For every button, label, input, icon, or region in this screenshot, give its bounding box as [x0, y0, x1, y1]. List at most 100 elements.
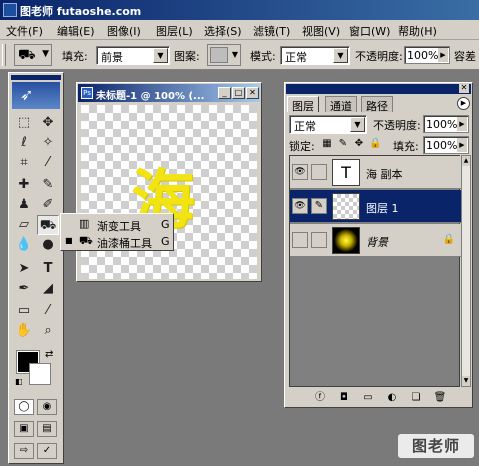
app-title: 图老师 futaoshe.com: [20, 5, 142, 18]
flyout-item-shortcut: G: [161, 235, 170, 248]
layer-opacity-value: 100%: [426, 118, 458, 131]
link-slot[interactable]: [311, 164, 327, 180]
healing-brush-tool[interactable]: ✚: [13, 175, 35, 195]
menu-select[interactable]: 选择(S): [204, 23, 242, 39]
standard-mode-button[interactable]: ◯: [14, 399, 34, 415]
layer-row-text-copy[interactable]: 👁 T 海 副本: [290, 156, 461, 189]
flyout-item-paint-bucket[interactable]: ■ ⛟ 油漆桶工具 G: [61, 233, 173, 251]
opacity-label: 不透明度:: [355, 50, 403, 63]
history-brush-tool[interactable]: ✐: [37, 195, 59, 215]
background-color-swatch[interactable]: [29, 363, 51, 385]
menu-help[interactable]: 帮助(H): [398, 23, 437, 39]
hand-tool[interactable]: ✋: [13, 321, 35, 341]
feather-icon: ➶: [20, 85, 34, 104]
blur-tool[interactable]: 💧: [13, 235, 35, 255]
layer-row-layer1[interactable]: 👁 ✎ 图层 1: [290, 190, 461, 223]
document-titlebar[interactable]: Ps 未标题-1 @ 100% (... _ □ ✕: [78, 84, 260, 102]
lock-transparency-icon[interactable]: ▦: [321, 138, 333, 150]
opacity-input[interactable]: 100% ▶: [404, 46, 450, 64]
dodge-tool[interactable]: ●: [37, 235, 59, 255]
app-icon: [3, 3, 17, 17]
quick-mask-button[interactable]: ◉: [37, 399, 57, 415]
marquee-tool[interactable]: ⬚: [13, 113, 35, 133]
layers-panel-titlebar[interactable]: ✕: [286, 83, 471, 94]
options-grip[interactable]: [2, 44, 6, 66]
slice-tool[interactable]: ⁄: [37, 153, 59, 173]
lock-image-icon[interactable]: ✎: [337, 138, 349, 150]
layer-name[interactable]: 背景: [366, 234, 388, 250]
menu-image[interactable]: 图像(I): [107, 23, 141, 39]
brush-icon[interactable]: ✎: [311, 198, 327, 214]
new-set-icon[interactable]: ▭: [361, 391, 375, 405]
magic-wand-tool[interactable]: ✧: [37, 133, 59, 153]
lasso-tool[interactable]: ℓ: [13, 133, 35, 153]
maximize-button[interactable]: □: [232, 87, 245, 99]
paint-bucket-tool[interactable]: ⛟: [37, 215, 59, 235]
link-slot[interactable]: [311, 232, 327, 248]
chevron-down-icon: ▼: [153, 48, 168, 63]
menu-layer[interactable]: 图层(L): [156, 23, 193, 39]
default-colors-icon[interactable]: ◧: [15, 377, 23, 386]
fill-source-select[interactable]: 前景 ▼: [96, 46, 170, 65]
panel-menu-icon[interactable]: ▶: [457, 97, 470, 110]
toolbox-titlebar[interactable]: [11, 75, 61, 80]
clone-stamp-tool[interactable]: ♟: [13, 195, 35, 215]
menu-filter[interactable]: 滤镜(T): [253, 23, 290, 39]
flyout-item-gradient[interactable]: ▥ 渐变工具 G: [61, 216, 173, 234]
brush-tool[interactable]: ✎: [37, 175, 59, 195]
zoom-tool[interactable]: ⌕: [37, 321, 59, 341]
eye-slot[interactable]: [292, 232, 308, 248]
shape-tool[interactable]: ◢: [37, 279, 59, 299]
eye-icon[interactable]: 👁: [292, 164, 308, 180]
layer-name[interactable]: 图层 1: [366, 200, 399, 216]
layer-fill-input[interactable]: 100% ▶: [423, 136, 469, 154]
adobe-online-button[interactable]: ➶: [12, 82, 60, 109]
path-selection-tool[interactable]: ➤: [13, 259, 35, 279]
tool-preset-picker[interactable]: ⛟ ▼: [14, 44, 52, 66]
type-tool[interactable]: T: [37, 259, 59, 279]
tab-paths[interactable]: 路径: [361, 96, 393, 113]
trash-icon[interactable]: 🗑: [433, 391, 447, 405]
crop-tool[interactable]: ⌗: [13, 153, 35, 173]
tab-layers[interactable]: 图层: [287, 96, 319, 113]
layer-name[interactable]: 海 副本: [366, 166, 403, 182]
menu-edit[interactable]: 编辑(E): [57, 23, 95, 39]
document-canvas[interactable]: 海: [81, 105, 257, 279]
layer-list-scrollbar[interactable]: ▲ ▼: [461, 155, 471, 387]
eyedropper-tool[interactable]: ⁄: [37, 301, 59, 321]
lock-all-icon[interactable]: 🔒: [369, 138, 381, 150]
menu-view[interactable]: 视图(V): [302, 23, 340, 39]
layer-list: 👁 T 海 副本 👁 ✎ 图层 1 背景 🔒: [289, 155, 461, 387]
scroll-down-icon[interactable]: ▼: [462, 376, 470, 386]
blend-mode-select[interactable]: 正常 ▼: [289, 115, 367, 134]
minimize-button[interactable]: _: [218, 87, 231, 99]
add-mask-icon[interactable]: ◘: [337, 391, 351, 405]
pen-tool[interactable]: ✒: [13, 279, 35, 299]
tab-channels[interactable]: 通道: [325, 96, 357, 113]
pattern-picker[interactable]: ▼: [207, 44, 241, 66]
edit-in-imageready-icon[interactable]: ✓: [37, 443, 57, 459]
fullscreen-menu-button[interactable]: ▤: [37, 421, 57, 437]
mode-select[interactable]: 正常 ▼: [280, 46, 350, 65]
eye-icon[interactable]: 👁: [292, 198, 308, 214]
mode-label: 模式:: [250, 50, 276, 63]
lock-position-icon[interactable]: ✥: [353, 138, 365, 150]
scroll-up-icon[interactable]: ▲: [462, 156, 470, 166]
menu-window[interactable]: 窗口(W): [349, 23, 390, 39]
adjustment-layer-icon[interactable]: ◐: [385, 391, 399, 405]
close-button[interactable]: ✕: [246, 87, 259, 99]
menu-file[interactable]: 文件(F): [6, 23, 43, 39]
paint-bucket-icon: ⛟: [79, 234, 93, 247]
layer-style-icon[interactable]: ⓕ: [313, 391, 327, 405]
layer-row-background[interactable]: 背景 🔒: [290, 224, 461, 257]
jump-to-imageready-button[interactable]: ⇨: [14, 443, 34, 459]
swap-colors-icon[interactable]: ⇄: [45, 349, 53, 360]
move-tool[interactable]: ✥: [37, 113, 59, 133]
close-icon[interactable]: ✕: [459, 83, 469, 93]
layer-opacity-input[interactable]: 100% ▶: [423, 115, 469, 133]
eraser-tool[interactable]: ▱: [13, 215, 35, 235]
fill-label: 填充:: [62, 50, 88, 63]
screen-mode-button[interactable]: ▣: [14, 421, 34, 437]
notes-tool[interactable]: ▭: [13, 301, 35, 321]
new-layer-icon[interactable]: ❏: [409, 391, 423, 405]
